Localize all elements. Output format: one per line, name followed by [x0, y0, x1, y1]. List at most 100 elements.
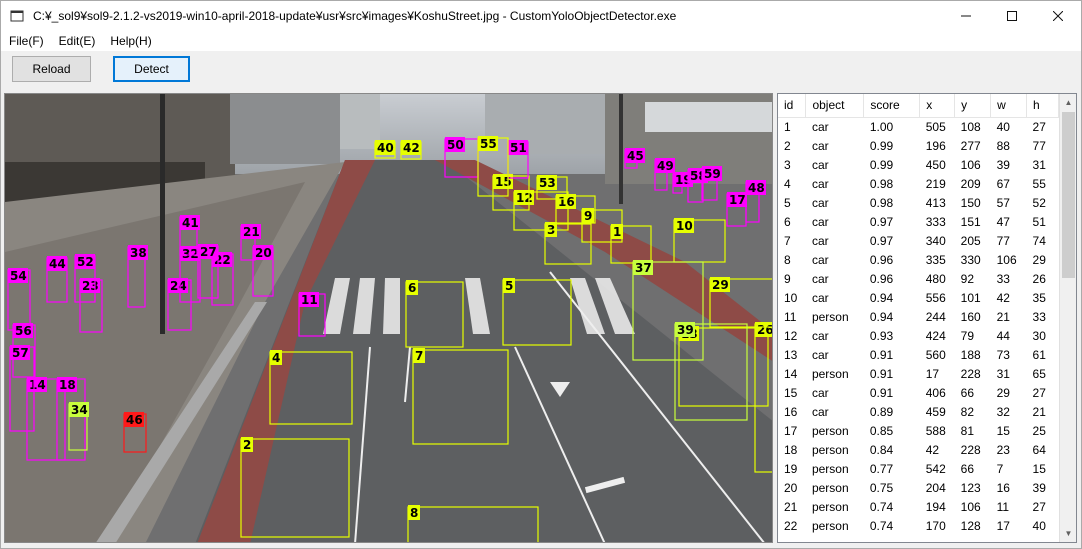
table-row[interactable]: 5 car 0.98 413 150 57 52: [778, 193, 1059, 212]
table-cell-score: 0.91: [869, 366, 894, 381]
table-row[interactable]: 8 car 0.96 335 330 106 29: [778, 250, 1059, 269]
table-cell-w: 47: [996, 214, 1010, 229]
table-cell-id: 22: [784, 518, 798, 533]
scroll-thumb[interactable]: [1062, 112, 1075, 278]
table-cell-y: 277: [960, 138, 981, 153]
detection-label: 55: [480, 137, 497, 151]
detection-label: 8: [410, 506, 418, 520]
table-row[interactable]: 16 car 0.89 459 82 32 21: [778, 402, 1059, 421]
minimize-icon[interactable]: [943, 1, 989, 31]
table-row[interactable]: 15 car 0.91 406 66 29 27: [778, 383, 1059, 402]
table-cell-y: 150: [960, 195, 981, 210]
detection-label: 51: [510, 141, 527, 155]
table-row[interactable]: 9 car 0.96 480 92 33 26: [778, 269, 1059, 288]
table-row[interactable]: 10 car 0.94 556 101 42 35: [778, 288, 1059, 307]
reload-button[interactable]: Reload: [12, 56, 91, 82]
table-cell-object: car: [811, 176, 829, 191]
table-cell-y: 228: [960, 442, 981, 457]
column-header-y[interactable]: y: [954, 94, 992, 118]
detection-box: 10: [673, 218, 726, 263]
table-row[interactable]: 14 person 0.91 17 228 31 65: [778, 364, 1059, 383]
table-cell-score: 0.85: [869, 423, 894, 438]
table-row[interactable]: 4 car 0.98 219 209 67 55: [778, 174, 1059, 193]
table-cell-score: 0.97: [869, 233, 894, 248]
table-cell-id: 3: [784, 157, 791, 172]
table-cell-score: 0.77: [869, 461, 894, 476]
table-cell-object: person: [811, 518, 849, 533]
table-cell-x: 413: [925, 195, 946, 210]
table-row[interactable]: 1 car 1.00 505 108 40 27: [778, 117, 1059, 136]
detection-label: 10: [676, 219, 693, 233]
table-cell-y: 101: [960, 290, 981, 305]
table-cell-w: 67: [996, 176, 1010, 191]
column-header-h[interactable]: h: [1026, 94, 1059, 118]
table-cell-x: 333: [925, 214, 946, 229]
title-bar[interactable]: C:¥_sol9¥sol9-2.1.2-vs2019-win10-april-2…: [1, 1, 1081, 31]
column-header-id[interactable]: id: [778, 94, 807, 118]
menu-help[interactable]: Help(H): [103, 34, 158, 48]
table-cell-w: 33: [996, 271, 1010, 286]
street-image: 1234567891011121314151617181920212223242…: [5, 94, 772, 542]
table-row[interactable]: 17 person 0.85 588 81 15 25: [778, 421, 1059, 440]
table-cell-h: 29: [1032, 252, 1046, 267]
detection-box: 48: [745, 180, 766, 223]
table-cell-score: 0.74: [869, 518, 894, 533]
table-cell-id: 7: [784, 233, 791, 248]
table-cell-id: 14: [784, 366, 798, 381]
table-cell-x: 424: [925, 328, 946, 343]
scroll-up-icon[interactable]: ▲: [1060, 94, 1076, 111]
table-cell-id: 4: [784, 176, 791, 191]
table-cell-h: 65: [1032, 366, 1046, 381]
menu-edit[interactable]: Edit(E): [52, 34, 103, 48]
detection-label: 46: [126, 413, 143, 427]
table-cell-id: 19: [784, 461, 798, 476]
table-row[interactable]: 2 car 0.99 196 277 88 77: [778, 136, 1059, 155]
detect-button[interactable]: Detect: [113, 56, 190, 82]
table-row[interactable]: 19 person 0.77 542 66 7 15: [778, 459, 1059, 478]
table-row[interactable]: 6 car 0.97 333 151 47 51: [778, 212, 1059, 231]
table-row[interactable]: 20 person 0.75 204 123 16 39: [778, 478, 1059, 497]
table-cell-x: 459: [925, 404, 946, 419]
table-cell-h: 27: [1032, 119, 1046, 134]
table-cell-h: 61: [1032, 347, 1046, 362]
table-cell-score: 0.99: [869, 138, 894, 153]
table-cell-w: 21: [996, 309, 1010, 324]
detection-label: 1: [613, 225, 621, 239]
table-cell-score: 0.89: [869, 404, 894, 419]
table-cell-x: 340: [925, 233, 946, 248]
table-cell-h: 25: [1032, 423, 1046, 438]
column-header-object[interactable]: object: [805, 94, 865, 118]
table-row[interactable]: 3 car 0.99 450 106 39 31: [778, 155, 1059, 174]
table-cell-id: 21: [784, 499, 798, 514]
table-row[interactable]: 22 person 0.74 170 128 17 40: [778, 516, 1059, 535]
table-cell-h: 40: [1032, 518, 1046, 533]
table-cell-object: person: [811, 423, 849, 438]
table-cell-id: 16: [784, 404, 798, 419]
table-row[interactable]: 12 car 0.93 424 79 44 30: [778, 326, 1059, 345]
toolbar: Reload Detect: [1, 51, 1081, 91]
scroll-down-icon[interactable]: ▼: [1060, 525, 1076, 542]
table-cell-h: 51: [1032, 214, 1046, 229]
maximize-icon[interactable]: [989, 1, 1035, 31]
detection-label: 12: [516, 191, 533, 205]
detection-label: 24: [170, 279, 187, 293]
column-header-w[interactable]: w: [990, 94, 1028, 118]
table-cell-w: 57: [996, 195, 1010, 210]
table-cell-y: 205: [960, 233, 981, 248]
close-icon[interactable]: [1035, 1, 1081, 31]
detection-label: 7: [415, 349, 423, 363]
column-header-score[interactable]: score: [863, 94, 921, 118]
table-row[interactable]: 18 person 0.84 42 228 23 64: [778, 440, 1059, 459]
table-cell-w: 39: [996, 157, 1010, 172]
table-row[interactable]: 13 car 0.91 560 188 73 61: [778, 345, 1059, 364]
menu-file[interactable]: File(F): [2, 34, 51, 48]
image-view[interactable]: 1234567891011121314151617181920212223242…: [4, 93, 773, 543]
vertical-scrollbar[interactable]: ▲ ▼: [1059, 94, 1076, 542]
detection-table-panel[interactable]: id object score x y w h 1 car 1.00 505 108 40…: [777, 93, 1077, 543]
column-header-x[interactable]: x: [919, 94, 956, 118]
table-row[interactable]: 7 car 0.97 340 205 77 74: [778, 231, 1059, 250]
detection-label: 11: [301, 293, 318, 307]
table-row[interactable]: 21 person 0.74 194 106 11 27: [778, 497, 1059, 516]
table-cell-y: 81: [960, 423, 975, 438]
table-row[interactable]: 11 person 0.94 244 160 21 33: [778, 307, 1059, 326]
